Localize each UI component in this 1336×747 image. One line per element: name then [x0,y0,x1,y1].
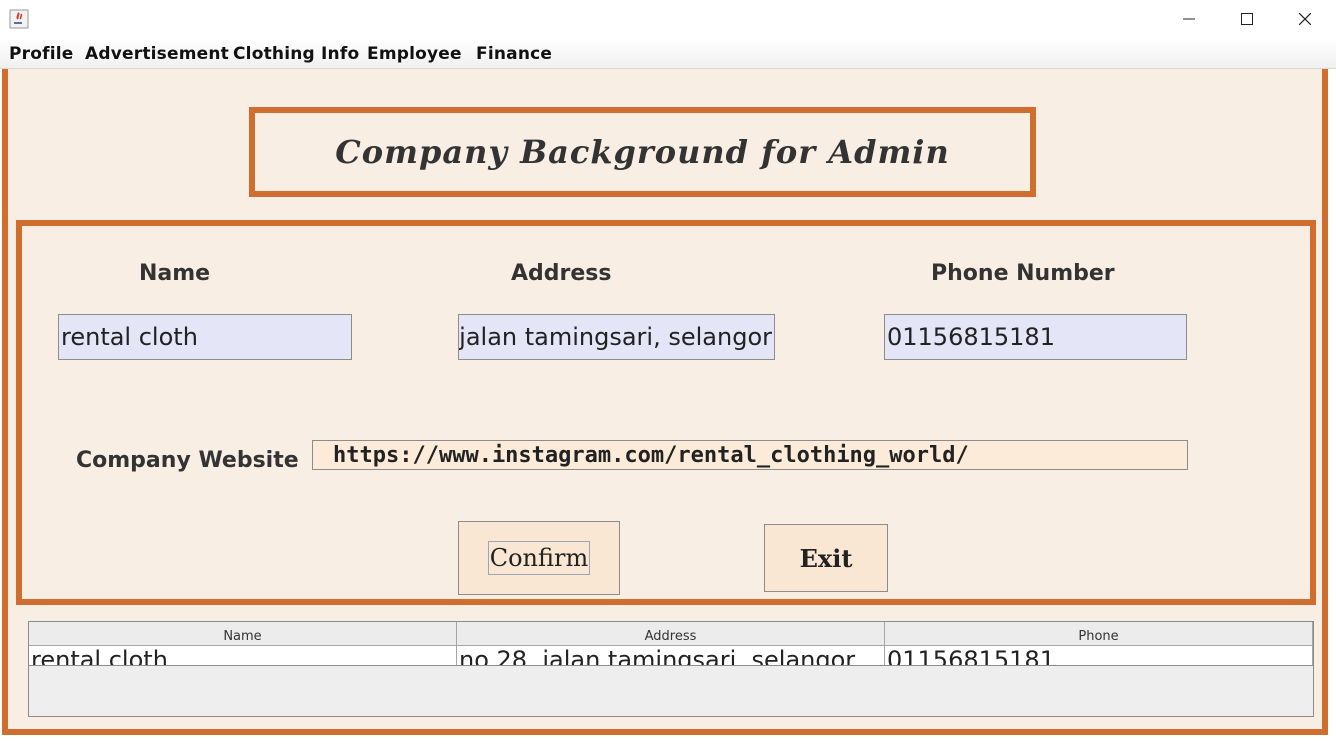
phone-field[interactable]: 01156815181 [884,314,1187,360]
website-label: Company Website [76,448,299,473]
java-coffee-cup-icon [9,9,29,29]
phone-label: Phone Number [931,261,1115,286]
minimize-button[interactable] [1160,0,1218,38]
title-box: Company Background for Admin [249,107,1036,197]
minimize-icon [1183,18,1195,20]
confirm-button[interactable]: Confirm [458,521,620,595]
menu-profile[interactable]: Profile [9,44,74,64]
maximize-button[interactable] [1218,0,1276,38]
column-header-phone[interactable]: Phone [885,622,1313,646]
confirm-button-label: Confirm [487,541,591,575]
company-table[interactable]: Name Address Phone rental cloth no 28, j… [28,621,1314,717]
menu-employee[interactable]: Employee [367,44,462,64]
menu-advertisement[interactable]: Advertisement [85,44,229,64]
table-cell-name[interactable]: rental cloth [29,646,457,665]
menu-bar: Profile Advertisement Clothing Info Empl… [0,38,1336,69]
table-row[interactable]: rental cloth no 28, jalan tamingsari, se… [29,646,1313,666]
exit-button-label: Exit [799,543,853,573]
main-panel: Company Background for Admin Name Addres… [0,69,1336,747]
website-field[interactable]: https://www.instagram.com/rental_clothin… [312,440,1188,470]
table-cell-address[interactable]: no 28, jalan tamingsari, selangor [457,646,885,665]
page-title: Company Background for Admin [335,133,950,171]
close-button[interactable] [1276,0,1334,38]
name-field[interactable]: rental cloth [58,314,352,360]
menu-clothing-info[interactable]: Clothing Info [233,44,359,64]
company-form: Name Address Phone Number rental cloth n… [16,220,1316,605]
menu-finance[interactable]: Finance [476,44,552,64]
address-label: Address [511,261,612,286]
maximize-icon [1241,13,1253,25]
name-label: Name [139,261,211,286]
window-title-bar [0,0,1336,38]
column-header-name[interactable]: Name [29,622,457,646]
close-icon [1299,13,1311,25]
table-cell-phone[interactable]: 01156815181 [885,646,1313,665]
address-field[interactable]: no 28, jalan tamingsari, selangor [458,314,775,360]
column-header-address[interactable]: Address [457,622,885,646]
exit-button[interactable]: Exit [764,524,888,592]
